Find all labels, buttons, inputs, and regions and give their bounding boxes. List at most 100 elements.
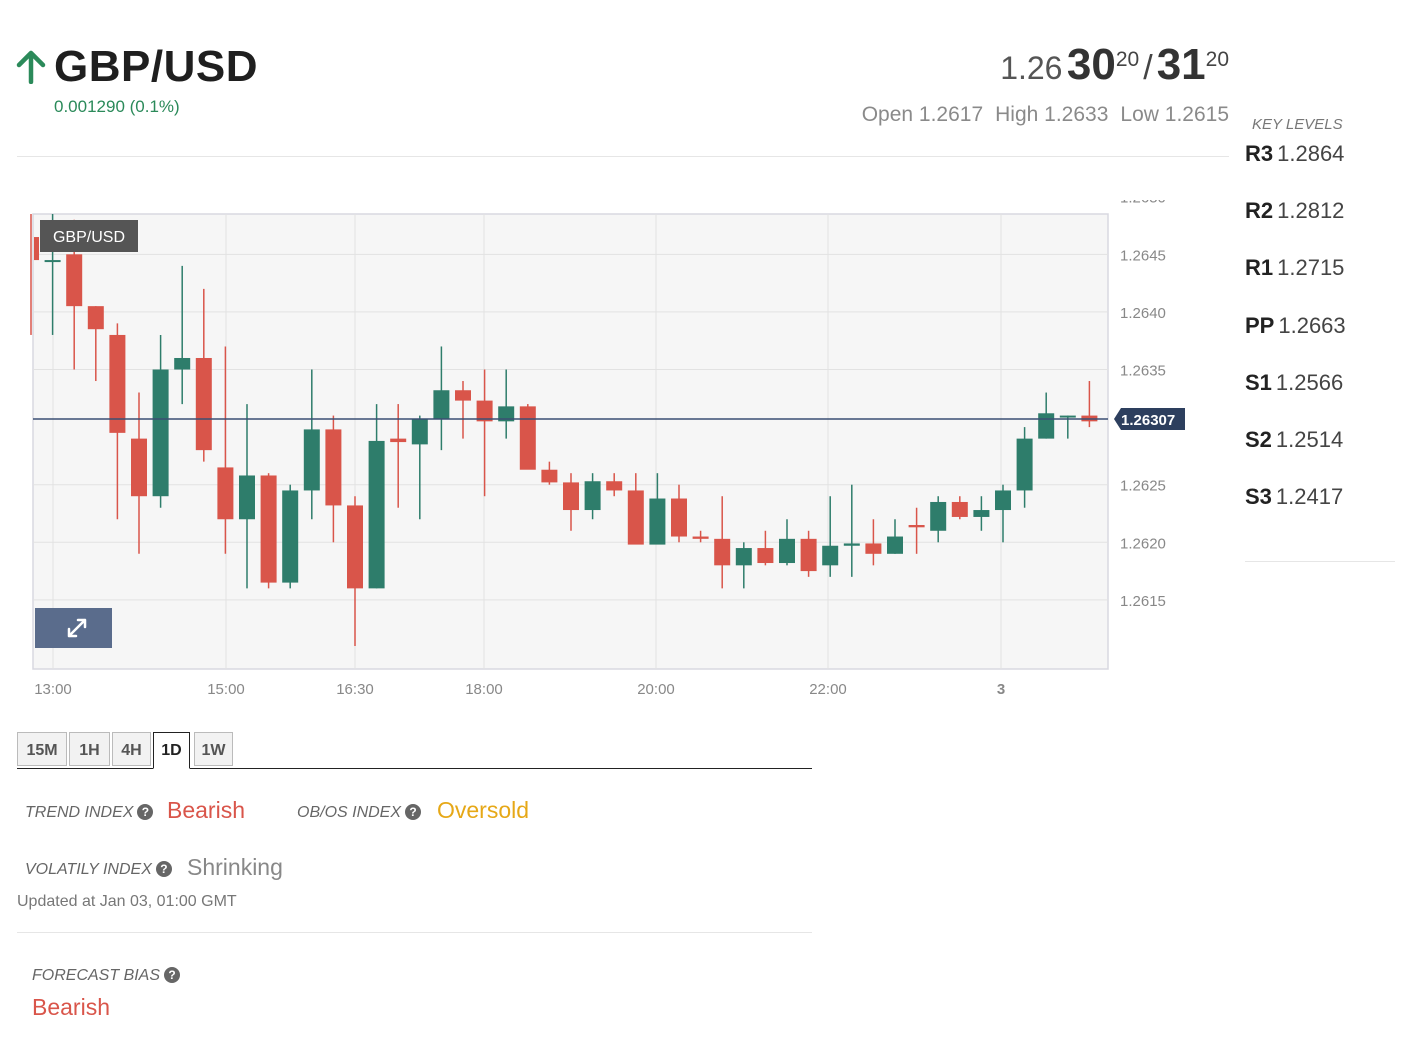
candle-body [563, 482, 579, 511]
x-tick-label: 3 [997, 681, 1005, 698]
candle-body [109, 334, 126, 433]
candle-body [606, 481, 623, 491]
candle-body [368, 440, 385, 589]
bid-big: 30 [1066, 40, 1116, 89]
volatility-index-label: VOLATILY INDEX? [25, 861, 172, 879]
key-level-s2: S2 1.2514 [1245, 427, 1344, 452]
candle-body [195, 357, 212, 451]
low-price: Low 1.2615 [1120, 103, 1229, 126]
candle-body [303, 429, 320, 491]
candle-body [390, 438, 407, 443]
candle-body [671, 498, 687, 537]
series-label: GBP/USD [53, 229, 125, 246]
candle-body [66, 254, 83, 307]
candle-body [800, 538, 817, 572]
x-tick-label: 13:00 [34, 681, 72, 698]
candle-body [217, 467, 234, 520]
x-tick-label: 20:00 [637, 681, 675, 698]
price-change: 0.001290 (0.1%) [54, 97, 180, 116]
candle-body [455, 390, 471, 401]
bid-sup: 20 [1115, 48, 1140, 71]
candle-body [973, 510, 990, 517]
candle-body [714, 538, 731, 566]
forecast-bias-label: FORECAST BIAS? [32, 967, 181, 985]
candle-body [541, 469, 558, 483]
candle-body [865, 543, 882, 554]
help-icon[interactable]: ? [155, 861, 172, 877]
help-icon[interactable]: ? [164, 967, 181, 983]
tab-1w[interactable]: 1W [194, 732, 233, 766]
key-level-s3: S3 1.2417 [1245, 484, 1344, 510]
candle-body [34, 237, 39, 261]
candle-body [995, 490, 1011, 511]
candle-body [152, 369, 169, 497]
x-tick-label: 18:00 [465, 681, 503, 698]
trend-index-label: TREND INDEX? [25, 804, 154, 822]
section-divider [17, 932, 812, 933]
candle-body [930, 501, 947, 531]
candle-body [44, 260, 61, 263]
ohl-row: Open 1.2617 High 1.2633 Low 1.2615 [850, 103, 1229, 127]
expand-button[interactable] [35, 608, 112, 648]
candle-body [476, 400, 493, 422]
y-tick-label: 1.2650 [1120, 200, 1166, 207]
candle-body [692, 536, 709, 539]
volatility-index-value: Shrinking [187, 854, 283, 880]
candle-body [1016, 438, 1033, 491]
candle-body [131, 438, 147, 497]
ask-sup: 20 [1205, 48, 1229, 71]
trend-index-value: Bearish [167, 797, 245, 823]
candle-body [260, 475, 277, 583]
key-level-r2: R2 1.2812 [1245, 198, 1345, 224]
tab-4h[interactable]: 4H [112, 732, 151, 766]
live-price: 1.26 3020/3120 [1000, 40, 1229, 90]
pair-title: GBP/USD [54, 42, 258, 91]
candle-body [843, 543, 860, 546]
candle-body [411, 419, 428, 445]
timeframe-tabs: 15M 1H 4H 1D 1W [17, 732, 812, 769]
candle-body [282, 490, 299, 583]
y-tick-label: 1.2625 [1120, 478, 1166, 495]
candle-body [239, 475, 255, 520]
candle-body [433, 390, 450, 420]
candle-body [519, 406, 536, 470]
x-tick-label: 16:30 [336, 681, 374, 698]
obos-index-label: OB/OS INDEX? [297, 804, 422, 822]
open-price: Open 1.2617 [861, 103, 984, 126]
updated-timestamp: Updated at Jan 03, 01:00 GMT [17, 893, 237, 910]
candle-body [822, 545, 839, 566]
ask-big: 31 [1156, 40, 1206, 89]
candle-body [735, 548, 752, 566]
x-tick-label: 15:00 [207, 681, 245, 698]
tab-1h[interactable]: 1H [69, 732, 110, 766]
key-level-r3: R3 1.2864 [1245, 141, 1345, 166]
y-tick-label: 1.2615 [1120, 593, 1166, 610]
candle-body [174, 357, 191, 370]
y-tick-label: 1.2645 [1120, 247, 1166, 264]
candle-body [584, 481, 601, 511]
y-tick-label: 1.2635 [1120, 363, 1166, 380]
candle-body [757, 548, 774, 564]
help-icon[interactable]: ? [405, 804, 422, 820]
candle-body [627, 490, 644, 545]
help-icon[interactable]: ? [137, 804, 154, 820]
candle-body [887, 536, 903, 554]
plot-area [32, 213, 1109, 670]
candle-body [779, 538, 795, 564]
obos-index-value: Oversold [437, 797, 530, 823]
price-separator: / [1143, 49, 1153, 87]
candle-body [1038, 413, 1055, 439]
last-price-label: 1.26307 [1121, 412, 1175, 429]
candle-body [325, 429, 342, 506]
key-level-r1: R1 1.2715 [1245, 255, 1345, 281]
tab-1d[interactable]: 1D [153, 732, 190, 769]
arrow-up-icon [16, 50, 46, 84]
header-divider [17, 156, 1229, 157]
y-tick-label: 1.2640 [1120, 305, 1166, 322]
bid-prefix: 1.26 [1000, 50, 1063, 86]
key-levels-title: KEY LEVELS [1252, 116, 1343, 133]
candlestick-chart[interactable]: 1.2650 1.2645 1.2640 1.2635 1.2625 1.2620 1.26… [0, 200, 1200, 710]
candle-body [1059, 415, 1076, 418]
candle-body [649, 498, 666, 545]
tab-15m[interactable]: 15M [17, 732, 67, 766]
